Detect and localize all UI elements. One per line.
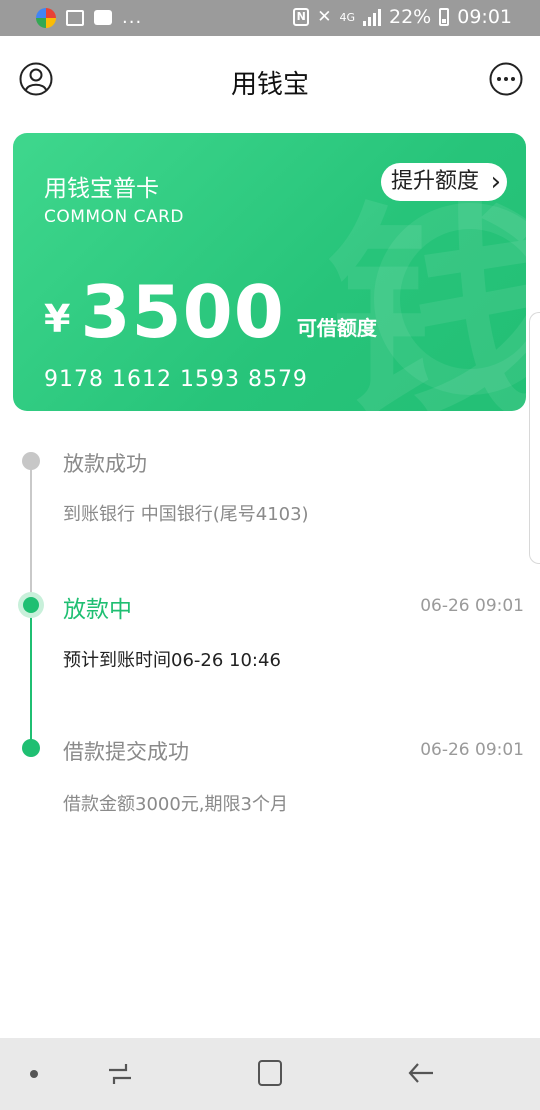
timeline-connector-active <box>30 610 32 746</box>
timeline-step-title: 放款成功 <box>63 452 147 476</box>
battery-icon <box>439 8 450 26</box>
credit-amount-label: 可借额度 <box>296 316 377 340</box>
credit-amount: 3500 <box>80 270 285 354</box>
home-icon[interactable] <box>258 1060 282 1086</box>
card-number: 9178 1612 1593 8579 <box>44 367 308 392</box>
back-arrow-icon[interactable] <box>406 1059 436 1087</box>
credit-amount-row: ¥ 3500 可借额度 <box>44 273 377 351</box>
network-type: 4G <box>339 10 355 24</box>
battery-percent: 22% <box>389 6 432 28</box>
timeline-dot-pending <box>22 452 40 470</box>
timeline-step-desc: 借款金额3000元,期限3个月 <box>63 794 288 815</box>
more-dots-icon[interactable] <box>489 62 523 96</box>
system-nav-bar <box>0 1038 540 1110</box>
timeline-dot-active <box>23 597 39 613</box>
timeline-step-title: 借款提交成功 <box>63 740 189 764</box>
app-notification-icon <box>36 7 56 28</box>
message-notification-icon <box>94 10 112 25</box>
timeline-step-title: 放款中 <box>63 597 132 623</box>
card-subtitle: COMMON CARD <box>44 207 184 227</box>
nfc-icon: N <box>293 8 310 26</box>
recent-apps-icon[interactable] <box>106 1060 134 1088</box>
credit-card: 钱 用钱宝普卡 COMMON CARD 提升额度 › ¥ 3500 可借额度 9… <box>13 133 526 411</box>
clock: 09:01 <box>457 6 512 28</box>
chevron-right-icon: › <box>490 167 501 197</box>
raise-limit-button[interactable]: 提升额度 › <box>380 163 507 201</box>
timeline-step-time: 06-26 09:01 <box>420 740 524 760</box>
timeline-dot-done <box>22 739 40 757</box>
mute-icon: ✕ <box>317 7 332 27</box>
image-notification-icon <box>66 9 84 26</box>
timeline-step-desc: 预计到账时间06-26 10:46 <box>63 650 281 671</box>
nav-dot-icon[interactable] <box>30 1070 38 1078</box>
raise-limit-label: 提升额度 <box>390 169 479 194</box>
timeline-step-desc: 到账银行 中国银行(尾号4103) <box>63 504 309 525</box>
currency-symbol: ¥ <box>44 297 71 341</box>
app-header: 用钱宝 <box>0 36 540 124</box>
signal-icon <box>363 8 381 26</box>
page-title: 用钱宝 <box>230 70 309 100</box>
more-notifications-icon: ... <box>122 7 143 28</box>
status-bar: ... N ✕ 4G 22% 09:01 <box>0 0 540 36</box>
timeline-step-time: 06-26 09:01 <box>420 596 524 616</box>
card-name: 用钱宝普卡 <box>44 176 159 202</box>
edge-panel-handle[interactable] <box>529 312 540 564</box>
